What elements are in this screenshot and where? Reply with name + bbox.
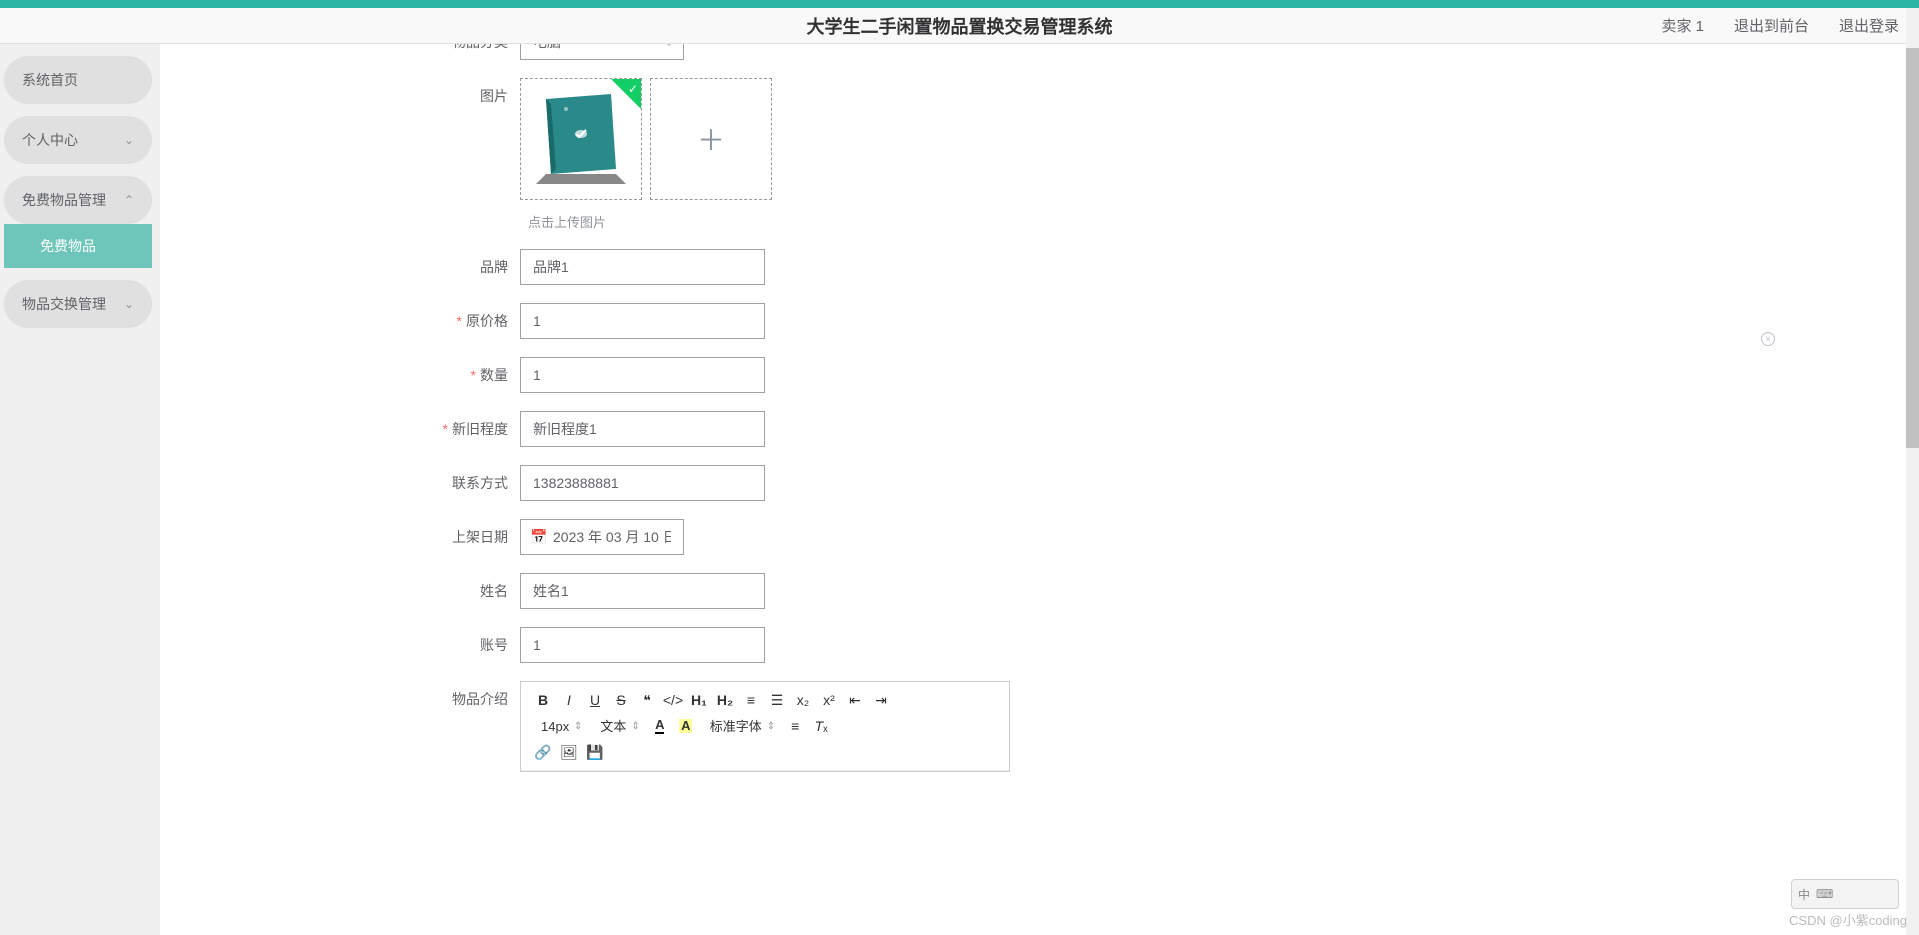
header: 大学生二手闲置物品置换交易管理系统 卖家 1 退出到前台 退出登录 — [0, 8, 1919, 44]
ime-lang: 中 — [1798, 886, 1810, 903]
name-input[interactable] — [520, 573, 765, 609]
watermark: CSDN @小紫coding — [1789, 910, 1907, 929]
label-category: 物品分类 — [160, 44, 520, 52]
sidebar-item-label: 物品交换管理 — [22, 294, 106, 314]
sidebar-item-label: 免费物品管理 — [22, 190, 106, 210]
richtext-toolbar: B I U S ❝ </> H₁ H₂ ≡ ☰ x₂ x² ⇤ — [521, 682, 1009, 771]
italic-button[interactable]: I — [557, 688, 581, 712]
fontfamily-select-wrap: 标准字体 — [706, 717, 775, 736]
fontfamily-select[interactable]: 标准字体 — [706, 717, 779, 736]
underline-button[interactable]: U — [583, 688, 607, 712]
laptop-image — [521, 79, 641, 199]
indent-right-button[interactable]: ⇥ — [869, 688, 893, 712]
fontsize-select[interactable]: 14px — [537, 717, 586, 736]
textcolor-button[interactable]: A — [648, 714, 672, 738]
exit-to-front-link[interactable]: 退出到前台 — [1734, 15, 1809, 36]
date-wrap: 📅 — [520, 519, 684, 555]
select-category-wrap: ⌄ — [520, 44, 684, 60]
image-thumbnail[interactable]: ✓ — [520, 78, 642, 200]
chevron-down-icon: ⌄ — [124, 297, 134, 311]
upload-area: ✓ ＋ — [520, 78, 772, 200]
ime-icon: ⌨ — [1816, 887, 1833, 901]
label-image: 图片 — [160, 78, 520, 106]
row-description: 物品介绍 B I U S ❝ </> H₁ H₂ ≡ — [160, 681, 1915, 772]
check-icon: ✓ — [628, 82, 638, 96]
chevron-down-icon: ⌄ — [124, 133, 134, 147]
row-name: 姓名 — [160, 573, 1915, 609]
clear-icon[interactable]: × — [1761, 332, 1775, 346]
bgcolor-button[interactable]: A — [674, 714, 698, 738]
code-button[interactable]: </> — [661, 688, 685, 712]
calendar-icon: 📅 — [530, 529, 547, 546]
sidebar: 系统首页 个人中心 ⌄ 免费物品管理 ⌃ 免费物品 物品交换管理 ⌄ — [0, 44, 156, 935]
clearformat-button[interactable]: Tₓ — [809, 714, 833, 738]
chevron-up-icon: ⌃ — [124, 193, 134, 207]
sidebar-item-label: 系统首页 — [22, 70, 78, 90]
sidebar-item-free-goods[interactable]: 免费物品管理 ⌃ — [4, 176, 152, 224]
label-price: 原价格 — [160, 311, 520, 331]
row-image: 图片 ✓ — [160, 78, 1915, 200]
quantity-input[interactable] — [520, 357, 765, 393]
save-button[interactable]: 💾 — [583, 740, 607, 764]
row-price: 原价格 — [160, 303, 1915, 339]
row-account: 账号 — [160, 627, 1915, 663]
scrollbar-vertical[interactable] — [1906, 8, 1919, 935]
label-condition: 新旧程度 — [160, 419, 520, 439]
sidebar-subitem-free-goods[interactable]: 免费物品 — [4, 224, 152, 268]
row-condition: 新旧程度 — [160, 411, 1915, 447]
h2-button[interactable]: H₂ — [713, 688, 737, 712]
format-select[interactable]: 文本 — [596, 717, 643, 736]
label-account: 账号 — [160, 635, 520, 655]
ime-widget[interactable]: 中 ⌨ — [1791, 879, 1899, 909]
label-contact: 联系方式 — [160, 473, 520, 493]
sidebar-item-exchange[interactable]: 物品交换管理 ⌄ — [4, 280, 152, 328]
content-area: 物品分类 ⌄ 图片 — [160, 44, 1915, 935]
label-quantity: 数量 — [160, 365, 520, 385]
scrollbar-thumb[interactable] — [1906, 48, 1919, 448]
strike-button[interactable]: S — [609, 688, 633, 712]
top-accent-bar — [0, 0, 1919, 8]
row-date: 上架日期 📅 — [160, 519, 1915, 555]
label-date: 上架日期 — [160, 527, 520, 547]
image-button[interactable]: 🖼 — [557, 740, 581, 764]
header-right: 卖家 1 退出到前台 退出登录 — [1661, 15, 1899, 36]
ordered-list-button[interactable]: ≡ — [739, 688, 763, 712]
superscript-button[interactable]: x² — [817, 688, 841, 712]
main-container: 系统首页 个人中心 ⌄ 免费物品管理 ⌃ 免费物品 物品交换管理 ⌄ 物品分类 … — [0, 44, 1919, 935]
sidebar-item-profile[interactable]: 个人中心 ⌄ — [4, 116, 152, 164]
unordered-list-button[interactable]: ☰ — [765, 688, 789, 712]
link-button[interactable]: 🔗 — [531, 740, 555, 764]
sidebar-subitem-label: 免费物品 — [40, 238, 96, 254]
h1-button[interactable]: H₁ — [687, 688, 711, 712]
page-title: 大学生二手闲置物品置换交易管理系统 — [807, 13, 1113, 39]
sidebar-item-label: 个人中心 — [22, 130, 78, 150]
plus-icon: ＋ — [697, 119, 725, 159]
row-contact: 联系方式 — [160, 465, 1915, 501]
row-category: 物品分类 ⌄ — [160, 44, 1915, 60]
label-brand: 品牌 — [160, 257, 520, 277]
row-quantity: 数量 — [160, 357, 1915, 393]
upload-add-button[interactable]: ＋ — [650, 78, 772, 200]
contact-input[interactable] — [520, 465, 765, 501]
indent-left-button[interactable]: ⇤ — [843, 688, 867, 712]
account-input[interactable] — [520, 627, 765, 663]
richtext-editor: B I U S ❝ </> H₁ H₂ ≡ ☰ x₂ x² ⇤ — [520, 681, 1010, 772]
row-brand: 品牌 — [160, 249, 1915, 285]
label-name: 姓名 — [160, 581, 520, 601]
label-description: 物品介绍 — [160, 681, 520, 709]
brand-input[interactable] — [520, 249, 765, 285]
upload-hint: 点击上传图片 — [528, 212, 1915, 231]
user-label[interactable]: 卖家 1 — [1661, 15, 1704, 36]
quote-button[interactable]: ❝ — [635, 688, 659, 712]
fontsize-select-wrap: 14px — [537, 717, 582, 736]
condition-input[interactable] — [520, 411, 765, 447]
logout-link[interactable]: 退出登录 — [1839, 15, 1899, 36]
subscript-button[interactable]: x₂ — [791, 688, 815, 712]
price-input[interactable] — [520, 303, 765, 339]
sidebar-item-home[interactable]: 系统首页 — [4, 56, 152, 104]
format-select-wrap: 文本 — [596, 717, 639, 736]
category-select[interactable] — [520, 44, 684, 60]
bold-button[interactable]: B — [531, 688, 555, 712]
align-button[interactable]: ≡ — [783, 714, 807, 738]
